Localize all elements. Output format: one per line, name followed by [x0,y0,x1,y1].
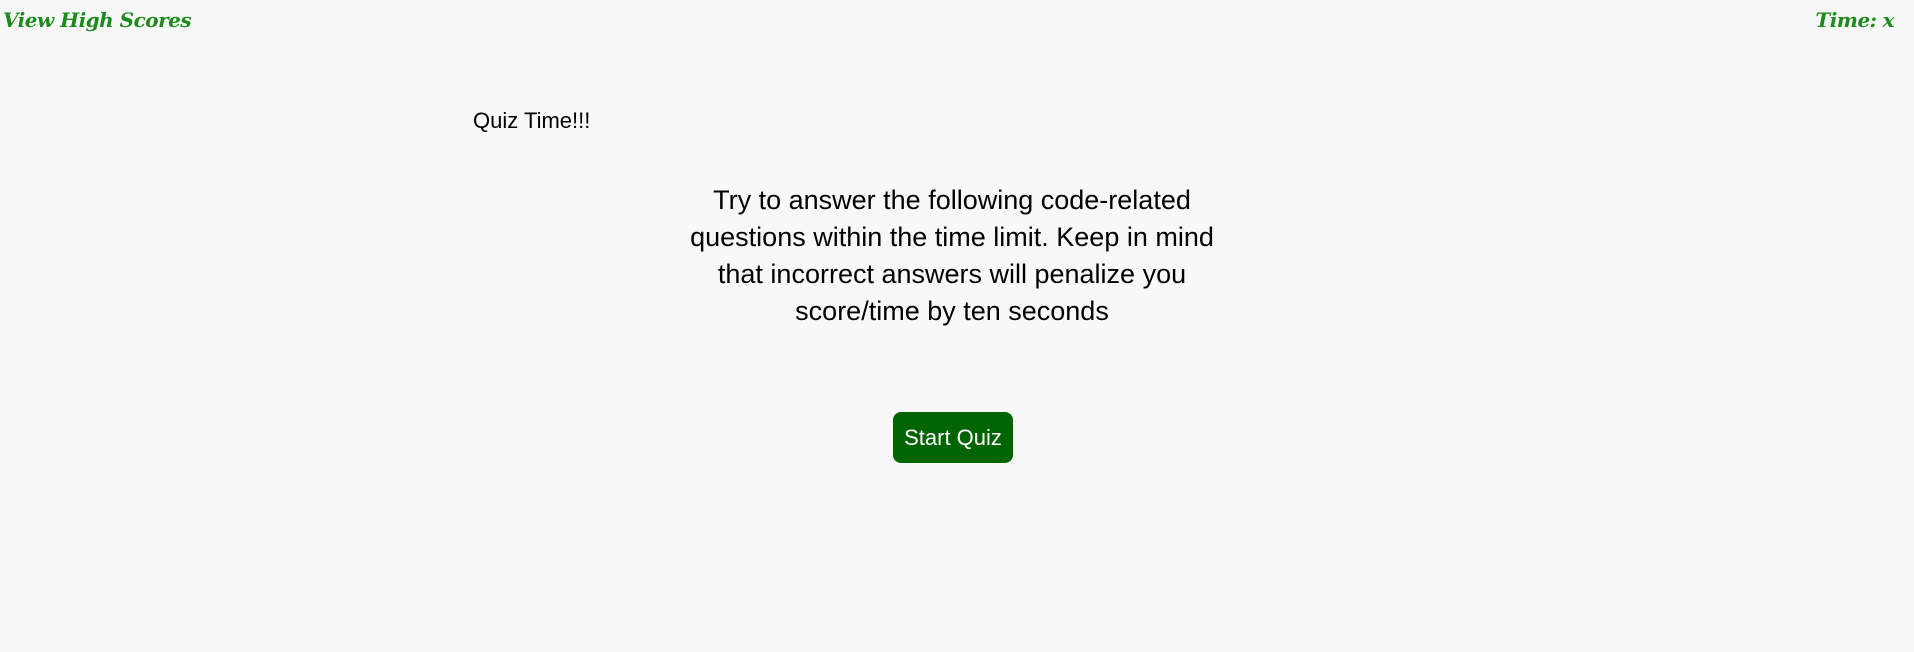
timer-value: x [1882,8,1895,32]
timer-display: Time: x [1815,8,1894,32]
quiz-instructions: Try to answer the following code-related… [690,185,1214,326]
quiz-title: Quiz Time!!! [473,108,591,133]
quiz-page: View High Scores Time: x Quiz Time!!! Try… [0,0,1914,652]
view-high-scores-link[interactable]: View High Scores [3,8,192,32]
timer-label: Time: [1815,8,1877,32]
start-quiz-button[interactable]: Start Quiz [893,412,1013,463]
